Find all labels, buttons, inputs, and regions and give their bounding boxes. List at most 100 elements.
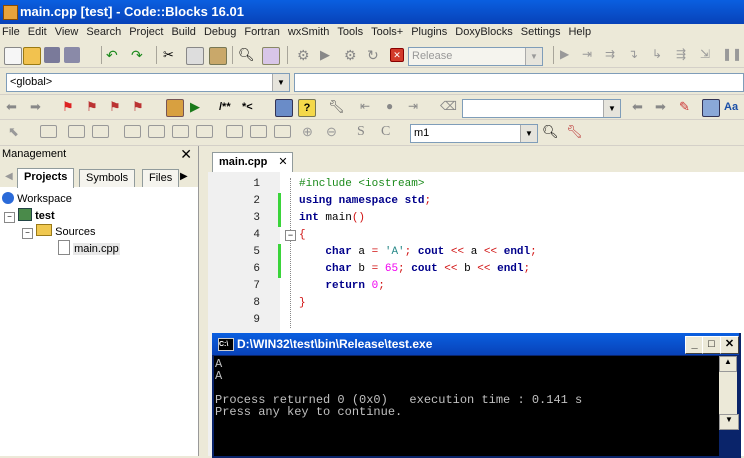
widget-1-icon[interactable]	[40, 125, 57, 138]
doxy-html-icon[interactable]	[275, 99, 293, 117]
menu-settings[interactable]: Settings	[519, 24, 567, 43]
prev-icon[interactable]: ⇤	[360, 99, 376, 115]
doxy-comment-block[interactable]: /**	[219, 101, 231, 113]
tab-scroll-right-icon[interactable]: ▶	[180, 171, 188, 182]
menu-debug[interactable]: Debug	[202, 24, 242, 43]
fold-collapse-icon[interactable]: −	[285, 230, 296, 241]
menu-view[interactable]: View	[53, 24, 85, 43]
search-next-icon[interactable]: ➡	[655, 99, 671, 115]
tab-scroll-left-icon[interactable]: ◀	[5, 171, 13, 182]
help-icon[interactable]: ?	[298, 99, 316, 117]
open-icon[interactable]	[23, 47, 41, 65]
redo-icon[interactable]: ↷	[131, 47, 147, 63]
search-prev-icon[interactable]: ⬅	[632, 99, 648, 115]
dot-icon[interactable]: ●	[386, 99, 402, 115]
menu-edit[interactable]: Edit	[26, 24, 53, 43]
letter-s-icon[interactable]: S	[357, 124, 365, 140]
scroll-up-icon[interactable]: ▲	[719, 356, 737, 372]
code-line[interactable]: {	[299, 229, 306, 241]
widget-6-icon[interactable]	[172, 125, 189, 138]
close-icon[interactable]: ✕	[278, 156, 287, 168]
collapse-icon[interactable]: −	[22, 228, 33, 239]
clear-icon[interactable]: ⌫	[440, 99, 457, 115]
widget-10-icon[interactable]	[274, 125, 291, 138]
function-select[interactable]	[294, 73, 744, 92]
maximize-button[interactable]: □	[702, 336, 721, 354]
code-line[interactable]: char b = 65; cout << b << endl;	[299, 263, 530, 275]
cut-icon[interactable]: ✂	[163, 47, 179, 63]
tree-workspace[interactable]: Workspace	[2, 192, 72, 205]
abort-icon[interactable]: ✕	[390, 48, 404, 62]
settings-icon[interactable]: ⚙	[297, 47, 313, 63]
highlight-icon[interactable]: ✎	[679, 99, 695, 115]
menu-file[interactable]: File	[0, 24, 26, 43]
widget-7-icon[interactable]	[196, 125, 213, 138]
debug-next-icon[interactable]: ⇉	[605, 47, 621, 63]
code-line[interactable]: return 0;	[299, 280, 384, 292]
collapse-icon[interactable]: −	[4, 212, 15, 223]
symbol-search-select[interactable]: m1 ▼	[410, 124, 538, 143]
code-line[interactable]: #include <iostream>	[299, 178, 424, 190]
widget-9-icon[interactable]	[250, 125, 267, 138]
selection-icon[interactable]	[702, 99, 720, 117]
debug-step-icon[interactable]: ⇥	[582, 47, 598, 63]
incremental-search-input[interactable]: ▼	[462, 99, 621, 118]
search-icon[interactable]: 🔍︎	[542, 124, 559, 140]
code-line[interactable]: int main()	[299, 212, 365, 224]
menu-fortran[interactable]: Fortran	[242, 24, 285, 43]
code-line[interactable]: }	[299, 297, 306, 309]
menu-tools-[interactable]: Tools+	[369, 24, 409, 43]
menu-help[interactable]: Help	[566, 24, 597, 43]
pause-icon[interactable]: ❚❚	[722, 47, 742, 63]
widget-8-icon[interactable]	[226, 125, 243, 138]
menu-build[interactable]: Build	[169, 24, 201, 43]
letter-c-icon[interactable]: C	[381, 124, 390, 140]
paste-icon[interactable]	[209, 47, 227, 65]
tab-symbols[interactable]: Symbols	[79, 169, 136, 187]
debug-run-icon[interactable]: ▶	[560, 47, 576, 63]
widget-3-icon[interactable]	[92, 125, 109, 138]
wrench-icon[interactable]: 🔧︎	[328, 99, 345, 115]
scope-select[interactable]: <global> ▼	[6, 73, 290, 92]
code-line[interactable]: using namespace std;	[299, 195, 431, 207]
run-icon[interactable]: ▶	[320, 47, 336, 63]
bookmark-next-icon[interactable]: ⚑	[109, 99, 125, 115]
editor-tab[interactable]: main.cpp ✕	[212, 152, 293, 172]
zoom-out-icon[interactable]: ⊖	[326, 124, 342, 140]
doxy-run-icon[interactable]: ▶	[190, 99, 206, 115]
copy-icon[interactable]	[186, 47, 204, 65]
widget-5-icon[interactable]	[148, 125, 165, 138]
build-run-icon[interactable]: ⚙	[344, 47, 360, 63]
zoom-in-icon[interactable]: ⊕	[302, 124, 318, 140]
save-icon[interactable]	[44, 47, 60, 63]
undo-icon[interactable]: ↶	[106, 47, 122, 63]
bookmark-prev-icon[interactable]: ⚑	[86, 99, 102, 115]
doxy-comment-line[interactable]: *<	[242, 101, 253, 113]
new-file-icon[interactable]	[4, 47, 22, 65]
tree-file[interactable]: main.cpp	[58, 240, 120, 255]
find-icon[interactable]: 🔍︎	[238, 47, 255, 63]
debug-out-icon[interactable]: ↳	[652, 47, 668, 63]
build-target-select[interactable]: Release ▼	[408, 47, 543, 66]
bookmark-icon[interactable]: ⚑	[62, 99, 78, 115]
tree-project[interactable]: − test	[4, 208, 55, 223]
save-all-icon[interactable]	[64, 47, 80, 63]
replace-icon[interactable]	[262, 47, 280, 65]
tree-folder[interactable]: − Sources	[22, 224, 95, 239]
bookmark-clear-icon[interactable]: ⚑	[132, 99, 148, 115]
tab-projects[interactable]: Projects	[17, 168, 75, 188]
next-icon[interactable]: ⇥	[408, 99, 424, 115]
scroll-down-icon[interactable]: ▼	[719, 414, 739, 430]
tab-files[interactable]: Files	[142, 169, 180, 187]
menu-wxsmith[interactable]: wxSmith	[286, 24, 336, 43]
menu-search[interactable]: Search	[84, 24, 127, 43]
doxy-wizard-icon[interactable]	[166, 99, 184, 117]
back-icon[interactable]: ⬅	[6, 99, 22, 115]
widget-2-icon[interactable]	[68, 125, 85, 138]
menu-tools[interactable]: Tools	[335, 24, 369, 43]
widget-4-icon[interactable]	[124, 125, 141, 138]
menu-plugins[interactable]: Plugins	[409, 24, 453, 43]
menu-doxyblocks[interactable]: DoxyBlocks	[453, 24, 518, 43]
tools-icon[interactable]: 🔧︎	[566, 124, 583, 140]
debug-into-icon[interactable]: ↴	[628, 47, 644, 63]
